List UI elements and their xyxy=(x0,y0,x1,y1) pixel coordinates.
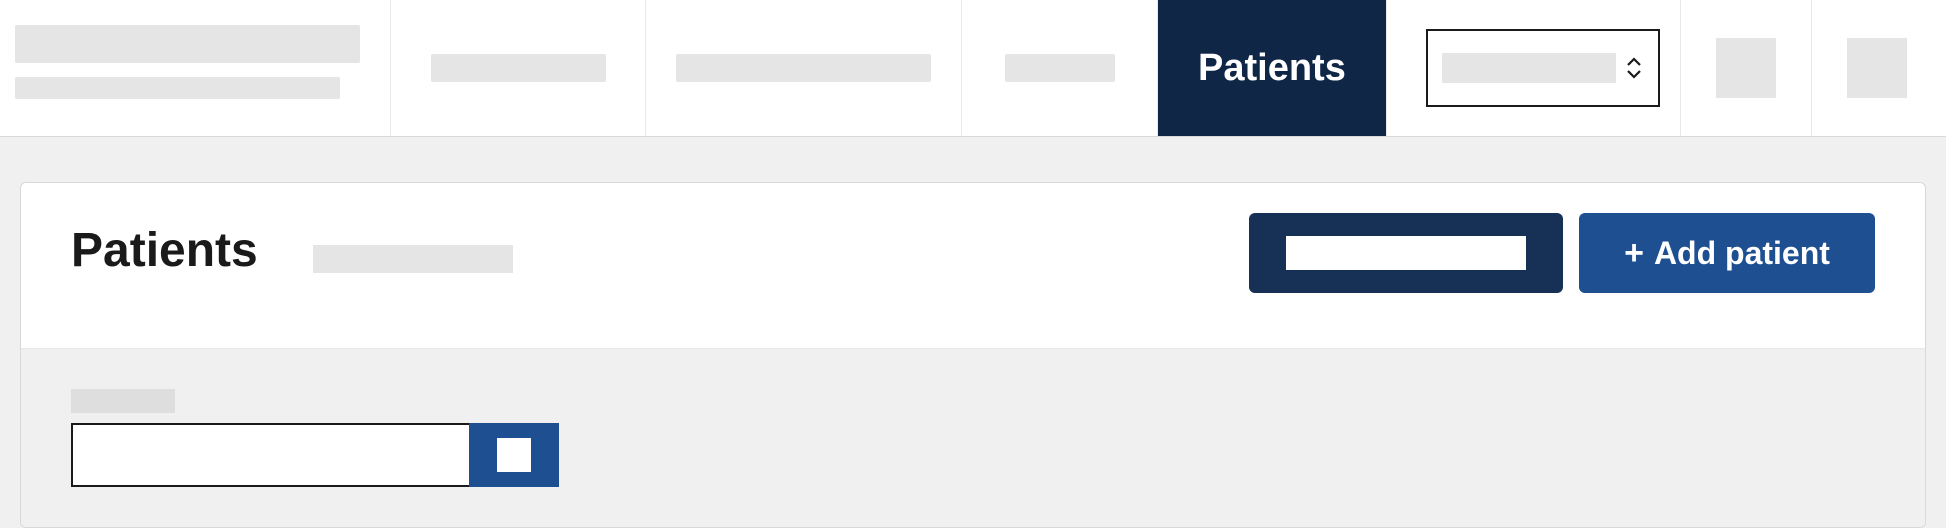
header-select-value-placeholder xyxy=(1442,53,1616,83)
nav-tab-2[interactable] xyxy=(645,0,961,136)
main-panel: Patients + Add patient xyxy=(20,182,1926,528)
add-patient-button-label: Add patient xyxy=(1654,235,1830,272)
panel-header: Patients + Add patient xyxy=(21,183,1925,349)
nav-tab-patients[interactable]: Patients xyxy=(1157,0,1386,136)
page-subtitle-placeholder xyxy=(313,245,513,273)
search-button[interactable] xyxy=(469,423,559,487)
header-icon-button-1-wrap xyxy=(1680,0,1811,136)
nav-tab-1[interactable] xyxy=(390,0,645,136)
header-icon-button-2[interactable] xyxy=(1847,38,1907,98)
content-area: Patients + Add patient xyxy=(0,137,1946,528)
header-action-button-1-label-placeholder xyxy=(1286,236,1526,270)
search-label-placeholder xyxy=(71,389,175,413)
nav-tab-2-label-placeholder xyxy=(676,54,931,82)
nav-tabs: Patients xyxy=(390,0,1386,136)
header-icon-button-2-wrap xyxy=(1811,0,1942,136)
search-icon xyxy=(497,438,531,472)
chevron-up-down-icon xyxy=(1624,57,1644,79)
header-select[interactable] xyxy=(1426,29,1660,107)
header-icon-button-1[interactable] xyxy=(1716,38,1776,98)
nav-tab-3-label-placeholder xyxy=(1005,54,1115,82)
logo-section xyxy=(0,0,390,136)
nav-tab-1-label-placeholder xyxy=(431,54,606,82)
add-patient-button[interactable]: + Add patient xyxy=(1579,213,1875,293)
top-header: Patients xyxy=(0,0,1946,137)
search-input[interactable] xyxy=(71,423,469,487)
nav-tab-patients-label: Patients xyxy=(1198,47,1346,90)
logo-placeholder-line1 xyxy=(15,25,360,63)
header-divider xyxy=(1386,0,1406,136)
header-dropdown-section xyxy=(1406,0,1680,136)
plus-icon: + xyxy=(1624,234,1644,273)
header-action-button-1[interactable] xyxy=(1249,213,1563,293)
search-group xyxy=(71,423,559,487)
logo-placeholder-line2 xyxy=(15,77,340,99)
panel-body xyxy=(21,349,1925,527)
nav-tab-3[interactable] xyxy=(961,0,1157,136)
page-title: Patients xyxy=(71,223,258,278)
